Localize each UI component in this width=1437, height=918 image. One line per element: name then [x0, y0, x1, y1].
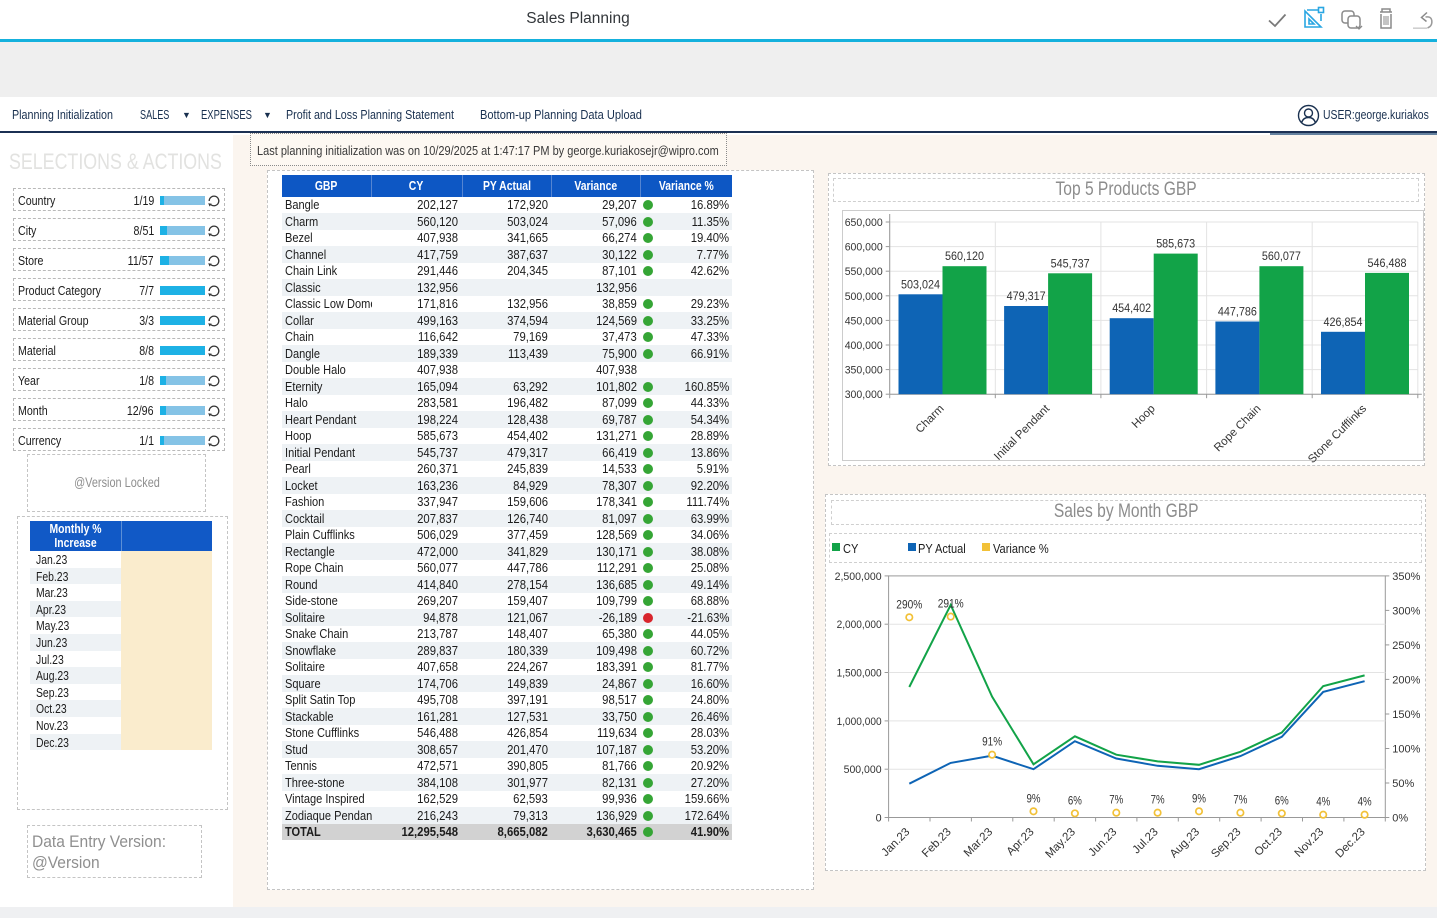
svg-text:Feb.23: Feb.23 [920, 826, 954, 860]
svg-text:9%: 9% [1192, 793, 1206, 805]
svg-text:91%: 91% [982, 737, 1002, 749]
svg-text:479,317: 479,317 [1007, 291, 1046, 303]
svg-text:500,000: 500,000 [845, 291, 883, 303]
svg-text:545,737: 545,737 [1051, 258, 1090, 270]
svg-text:4%: 4% [1358, 797, 1372, 809]
svg-text:426,854: 426,854 [1324, 317, 1364, 329]
svg-text:447,786: 447,786 [1218, 307, 1257, 319]
svg-text:Jul.23: Jul.23 [1131, 826, 1161, 856]
svg-text:454,402: 454,402 [1112, 303, 1151, 315]
svg-text:550,000: 550,000 [845, 266, 883, 278]
svg-text:400,000: 400,000 [845, 340, 883, 352]
svg-text:6%: 6% [1068, 795, 1082, 807]
svg-text:500,000: 500,000 [844, 764, 882, 776]
svg-text:560,077: 560,077 [1262, 251, 1301, 263]
svg-text:Oct.23: Oct.23 [1252, 826, 1284, 858]
svg-text:Sep.23: Sep.23 [1209, 826, 1243, 860]
svg-text:650,000: 650,000 [845, 217, 883, 229]
svg-text:100%: 100% [1392, 744, 1420, 756]
svg-text:6%: 6% [1275, 795, 1289, 807]
svg-text:250%: 250% [1392, 640, 1420, 652]
svg-text:0%: 0% [1392, 813, 1408, 825]
svg-text:290%: 290% [896, 599, 922, 611]
svg-text:Mar.23: Mar.23 [962, 826, 995, 859]
svg-text:585,673: 585,673 [1156, 239, 1195, 251]
svg-text:Nov.23: Nov.23 [1293, 826, 1327, 860]
svg-text:1,500,000: 1,500,000 [837, 668, 882, 680]
svg-text:503,024: 503,024 [901, 279, 941, 291]
svg-text:200%: 200% [1392, 674, 1420, 686]
svg-text:350%: 350% [1392, 571, 1420, 583]
svg-text:2,000,000: 2,000,000 [837, 619, 882, 631]
svg-text:350,000: 350,000 [845, 365, 883, 377]
svg-text:Apr.23: Apr.23 [1005, 826, 1037, 858]
svg-text:4%: 4% [1316, 797, 1330, 809]
svg-text:Jun.23: Jun.23 [1087, 826, 1120, 859]
svg-text:0: 0 [876, 813, 882, 825]
svg-text:300,000: 300,000 [845, 389, 883, 401]
svg-text:Dec.23: Dec.23 [1333, 826, 1367, 860]
svg-text:150%: 150% [1392, 709, 1420, 721]
svg-text:450,000: 450,000 [845, 315, 883, 327]
svg-text:300%: 300% [1392, 605, 1420, 617]
svg-text:7%: 7% [1151, 795, 1165, 807]
svg-text:7%: 7% [1109, 795, 1123, 807]
svg-text:50%: 50% [1392, 778, 1414, 790]
svg-text:2,500,000: 2,500,000 [835, 571, 882, 583]
svg-text:Jan.23: Jan.23 [880, 826, 913, 859]
svg-text:May.23: May.23 [1043, 826, 1078, 861]
svg-text:1,000,000: 1,000,000 [837, 716, 882, 728]
svg-text:546,488: 546,488 [1368, 258, 1407, 270]
svg-text:291%: 291% [938, 599, 964, 611]
svg-text:7%: 7% [1233, 795, 1247, 807]
svg-text:560,120: 560,120 [945, 251, 984, 263]
svg-text:600,000: 600,000 [845, 242, 883, 254]
svg-text:9%: 9% [1027, 793, 1041, 805]
svg-text:Aug.23: Aug.23 [1168, 826, 1202, 860]
